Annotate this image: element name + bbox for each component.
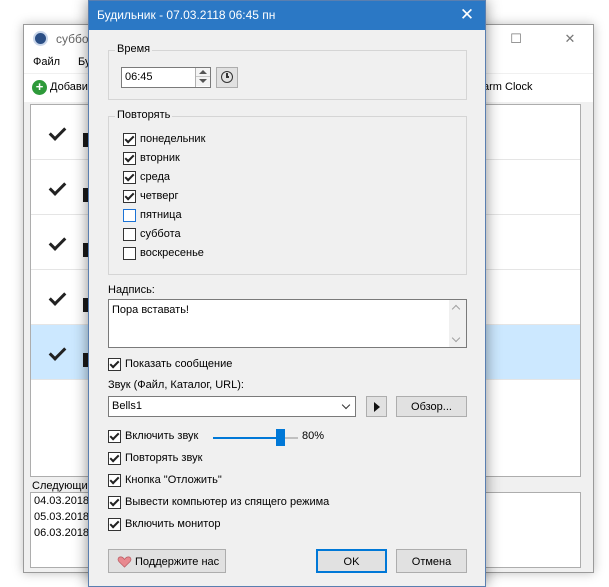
alarm-enabled-check[interactable] bbox=[47, 123, 67, 143]
day-monday-label[interactable]: понедельник bbox=[140, 133, 205, 145]
snooze-button-label[interactable]: Кнопка "Отложить" bbox=[125, 474, 222, 486]
snooze-button-checkbox[interactable] bbox=[108, 474, 121, 487]
time-spinner[interactable] bbox=[195, 68, 210, 87]
day-monday-checkbox[interactable] bbox=[123, 133, 136, 146]
show-message-checkbox[interactable] bbox=[108, 358, 121, 371]
next-alarm-date: 05.03.2018 bbox=[34, 511, 90, 523]
time-group-label: Время bbox=[115, 43, 153, 55]
time-value[interactable]: 06:45 bbox=[125, 71, 153, 83]
clock-icon bbox=[221, 71, 233, 83]
play-button[interactable] bbox=[366, 396, 387, 417]
play-icon bbox=[374, 402, 380, 412]
volume-slider[interactable] bbox=[213, 437, 298, 439]
cancel-button-label[interactable]: Отмена bbox=[397, 556, 466, 568]
next-alarm-date: 04.03.2018 bbox=[34, 495, 90, 507]
scroll-down-icon[interactable] bbox=[449, 333, 466, 347]
enable-sound-label[interactable]: Включить звук bbox=[125, 430, 198, 442]
app-clock-icon bbox=[33, 31, 48, 46]
alarm-enabled-check[interactable] bbox=[47, 178, 67, 198]
volume-slider-fill bbox=[213, 437, 281, 439]
repeat-group-label: Повторять bbox=[115, 109, 173, 121]
sound-label: Звук (Файл, Каталог, URL): bbox=[108, 379, 244, 391]
day-saturday-checkbox[interactable] bbox=[123, 228, 136, 241]
day-wednesday-checkbox[interactable] bbox=[123, 171, 136, 184]
enable-sound-checkbox[interactable] bbox=[108, 430, 121, 443]
support-button-label[interactable]: Поддержите нас bbox=[135, 556, 219, 568]
support-button[interactable]: Поддержите нас bbox=[108, 549, 226, 573]
spin-down-icon[interactable] bbox=[196, 77, 210, 86]
caption-label: Надпись: bbox=[108, 284, 155, 296]
wake-computer-checkbox[interactable] bbox=[108, 496, 121, 509]
close-icon[interactable]: ✕ bbox=[449, 1, 485, 30]
volume-slider-thumb[interactable] bbox=[276, 429, 285, 446]
sound-value[interactable]: Bells1 bbox=[112, 400, 142, 412]
alarm-enabled-check[interactable] bbox=[47, 288, 67, 308]
heart-icon bbox=[117, 556, 132, 568]
day-sunday-checkbox[interactable] bbox=[123, 247, 136, 260]
ok-button-label[interactable]: OK bbox=[317, 556, 386, 568]
cancel-button[interactable]: Отмена bbox=[396, 549, 467, 573]
chevron-down-icon[interactable] bbox=[341, 400, 351, 410]
alarm-enabled-check[interactable] bbox=[47, 343, 67, 363]
clock-button[interactable] bbox=[216, 67, 238, 88]
spin-up-icon[interactable] bbox=[196, 68, 210, 77]
repeat-sound-label[interactable]: Повторять звук bbox=[125, 452, 202, 464]
day-friday-label[interactable]: пятница bbox=[140, 209, 182, 221]
ok-button[interactable]: OK bbox=[316, 549, 387, 573]
day-sunday-label[interactable]: воскресенье bbox=[140, 247, 204, 259]
toolbar-right-label[interactable]: arm Clock bbox=[483, 81, 533, 93]
add-button-label[interactable]: Добавит bbox=[50, 81, 93, 93]
scroll-up-icon[interactable] bbox=[449, 300, 466, 314]
browse-button-label[interactable]: Обзор... bbox=[397, 401, 466, 413]
day-saturday-label[interactable]: суббота bbox=[140, 228, 181, 240]
show-message-label[interactable]: Показать сообщение bbox=[125, 358, 232, 370]
day-tuesday-label[interactable]: вторник bbox=[140, 152, 180, 164]
sound-select[interactable]: Bells1 bbox=[108, 396, 356, 417]
volume-percent: 80% bbox=[302, 430, 325, 442]
caption-scrollbar[interactable] bbox=[449, 300, 466, 347]
maximize-icon[interactable]: ☐ bbox=[506, 29, 526, 49]
caption-text[interactable]: Пора вставать! bbox=[112, 304, 189, 316]
next-alarm-date: 06.03.2018 bbox=[34, 527, 90, 539]
alarm-enabled-check[interactable] bbox=[47, 233, 67, 253]
next-alarms-label: Следующие bbox=[32, 480, 94, 492]
add-icon[interactable]: + bbox=[32, 80, 47, 95]
day-tuesday-checkbox[interactable] bbox=[123, 152, 136, 165]
repeat-sound-checkbox[interactable] bbox=[108, 452, 121, 465]
alarm-dialog: Будильник - 07.03.2118 06:45 пн ✕ Время … bbox=[88, 0, 486, 587]
time-input[interactable]: 06:45 bbox=[121, 67, 211, 88]
enable-monitor-label[interactable]: Включить монитор bbox=[125, 518, 220, 530]
day-wednesday-label[interactable]: среда bbox=[140, 171, 170, 183]
day-friday-checkbox[interactable] bbox=[123, 209, 136, 222]
wake-computer-label[interactable]: Вывести компьютер из спящего режима bbox=[125, 496, 329, 508]
dialog-titlebar: Будильник - 07.03.2118 06:45 пн ✕ bbox=[89, 1, 485, 30]
day-thursday-checkbox[interactable] bbox=[123, 190, 136, 203]
menu-file[interactable]: Файл bbox=[33, 56, 60, 68]
close-icon[interactable]: ✕ bbox=[560, 29, 580, 49]
caption-textarea[interactable]: Пора вставать! bbox=[108, 299, 467, 348]
browse-button[interactable]: Обзор... bbox=[396, 396, 467, 417]
enable-monitor-checkbox[interactable] bbox=[108, 518, 121, 531]
dialog-title: Будильник - 07.03.2118 06:45 пн bbox=[97, 8, 276, 22]
day-thursday-label[interactable]: четверг bbox=[140, 190, 179, 202]
